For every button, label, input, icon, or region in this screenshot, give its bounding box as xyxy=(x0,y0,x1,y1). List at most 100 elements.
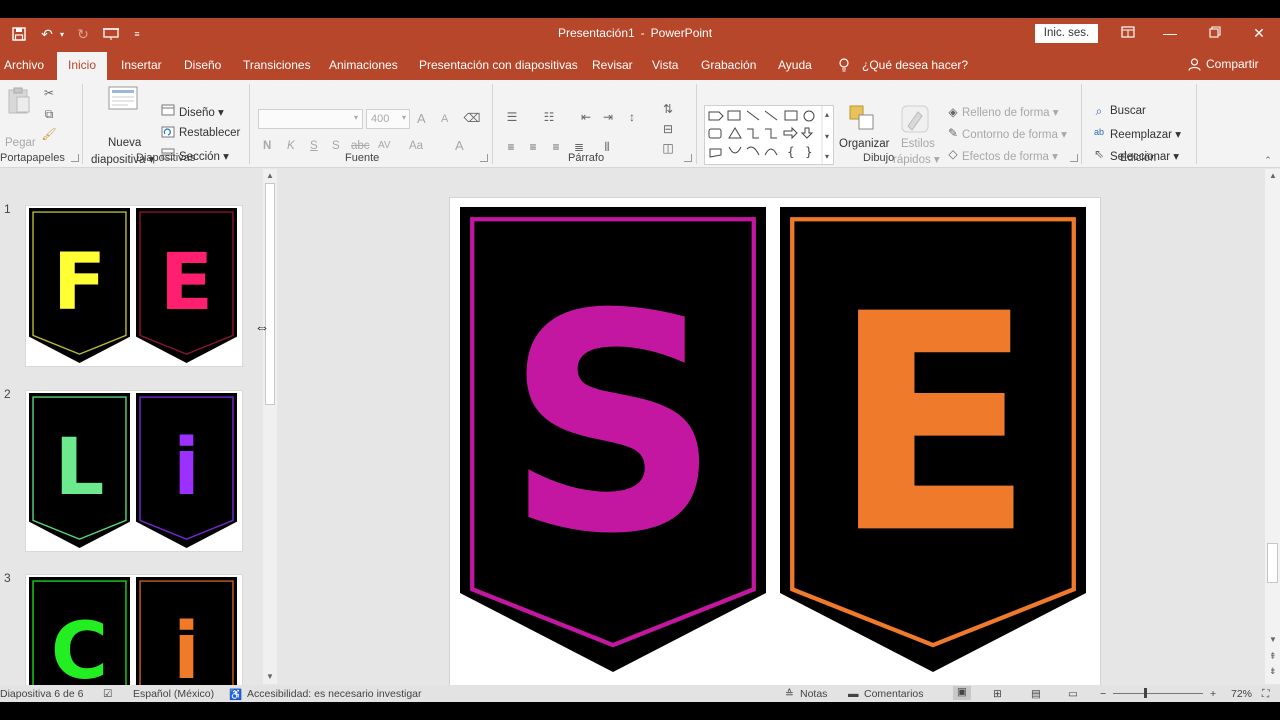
tab-presentacion[interactable]: Presentación con diapositivas xyxy=(419,58,578,72)
line-spacing-icon[interactable]: ↕ xyxy=(623,109,641,125)
arrange-icon[interactable] xyxy=(848,104,876,132)
reset-icon[interactable] xyxy=(161,125,175,139)
reset-button[interactable]: Restablecer xyxy=(179,127,240,139)
align-left-icon[interactable]: ≡ xyxy=(503,139,519,155)
share-button[interactable]: Compartir xyxy=(1188,57,1259,71)
editor-scroll-up-icon[interactable]: ▲ xyxy=(1269,171,1277,180)
align-text-icon[interactable]: ⊟ xyxy=(659,121,677,137)
bold-button[interactable]: N xyxy=(263,140,271,152)
close-icon[interactable]: ✕ xyxy=(1249,24,1269,42)
zoom-in-icon[interactable]: + xyxy=(1210,688,1216,700)
thumbnail-banner-right[interactable]: i xyxy=(136,577,237,702)
smartart-icon[interactable]: ◫ xyxy=(659,141,677,155)
shadow-button[interactable]: S xyxy=(332,140,340,152)
increase-indent-icon[interactable]: ⇥ xyxy=(599,109,617,125)
thumbnail-scrollbar[interactable]: ▲ ▼ xyxy=(263,169,277,684)
comments-icon[interactable]: ▬ xyxy=(848,688,859,700)
section-button[interactable]: Sección ▾ xyxy=(179,149,229,163)
strikethrough-button[interactable]: abc xyxy=(351,140,370,152)
font-size-dropdown-icon[interactable]: ▾ xyxy=(402,113,406,122)
align-center-icon[interactable]: ≡ xyxy=(525,139,541,155)
quick-styles-icon[interactable] xyxy=(900,104,930,134)
search-icon[interactable]: ⌕ xyxy=(1092,104,1106,118)
align-right-icon[interactable]: ≡ xyxy=(548,139,564,155)
tab-ayuda[interactable]: Ayuda xyxy=(778,58,812,72)
normal-view-icon[interactable]: ▣ xyxy=(953,686,971,700)
notes-icon[interactable]: ≙ xyxy=(785,688,794,700)
tell-me-search[interactable]: ¿Qué desea hacer? xyxy=(862,58,968,72)
decrease-indent-icon[interactable]: ⇤ xyxy=(577,109,595,125)
shape-fill-icon[interactable]: ◈ xyxy=(946,105,960,119)
numbering-icon[interactable]: ☷ xyxy=(540,109,558,125)
shape-outline-button[interactable]: Contorno de forma ▾ xyxy=(962,127,1067,141)
drawing-launcher-icon[interactable] xyxy=(1070,154,1078,162)
slide-thumbnail[interactable]: FE xyxy=(25,205,243,367)
ribbon-display-options-icon[interactable] xyxy=(1118,24,1138,42)
banner-left[interactable]: S xyxy=(460,207,766,672)
spelling-check-icon[interactable]: ☑ xyxy=(103,688,112,700)
shrink-font-button[interactable]: A xyxy=(441,113,448,125)
previous-slide-icon[interactable]: ⇞ xyxy=(1269,651,1277,662)
zoom-level[interactable]: 72% xyxy=(1231,688,1252,700)
layout-button[interactable]: Diseño ▾ xyxy=(179,105,224,119)
text-direction-icon[interactable]: ⇅ xyxy=(659,101,677,117)
reading-view-icon[interactable]: ▤ xyxy=(1031,688,1041,700)
char-spacing-button[interactable]: AV xyxy=(378,140,391,151)
editor-scrollbar[interactable]: ▲ ▼ ⇞ ⇟ xyxy=(1265,169,1280,684)
sign-in-button[interactable]: Inic. ses. xyxy=(1035,24,1098,43)
slide-thumbnail[interactable]: Li xyxy=(25,390,243,552)
shape-fill-button[interactable]: Relleno de forma ▾ xyxy=(962,105,1059,119)
tab-transiciones[interactable]: Transiciones xyxy=(243,58,311,72)
italic-button[interactable]: K xyxy=(287,140,295,152)
shape-effects-icon[interactable]: ◇ xyxy=(946,147,960,161)
find-button[interactable]: Buscar xyxy=(1110,105,1146,117)
arrange-button[interactable]: Organizar xyxy=(839,138,890,150)
clear-formatting-icon[interactable]: ⌫ xyxy=(463,109,481,127)
tab-inicio[interactable]: Inicio xyxy=(57,52,108,80)
copy-icon[interactable]: ⧉ xyxy=(40,105,58,123)
tab-animaciones[interactable]: Animaciones xyxy=(329,58,398,72)
paragraph-launcher-icon[interactable] xyxy=(684,154,692,162)
grow-font-button[interactable]: A xyxy=(417,111,426,126)
underline-button[interactable]: S xyxy=(310,140,318,152)
cut-icon[interactable]: ✂ xyxy=(40,84,58,102)
thumbnail-banner-left[interactable]: L xyxy=(29,393,130,548)
editor-scroll-down-icon[interactable]: ▼ xyxy=(1269,635,1277,644)
accessibility-icon[interactable]: ♿ xyxy=(229,688,242,701)
tab-diseno[interactable]: Diseño xyxy=(184,58,221,72)
quick-styles-label-1[interactable]: Estilos xyxy=(901,138,935,150)
tab-vista[interactable]: Vista xyxy=(652,58,678,72)
bullets-icon[interactable]: ☰ xyxy=(503,109,521,125)
fit-slide-icon[interactable]: ⛶ xyxy=(1262,688,1269,701)
zoom-slider-handle[interactable] xyxy=(1144,688,1147,698)
new-slide-label-1[interactable]: Nueva xyxy=(108,137,141,149)
replace-icon[interactable]: ab xyxy=(1092,125,1106,139)
thumbnail-scroll-thumb[interactable] xyxy=(265,183,275,405)
font-name-input[interactable]: ▾ xyxy=(258,109,363,129)
quick-styles-label-2[interactable]: rápidos ▾ xyxy=(893,152,940,166)
next-slide-icon[interactable]: ⇟ xyxy=(1269,666,1277,677)
slideshow-view-icon[interactable]: ▭ xyxy=(1068,688,1078,700)
minimize-icon[interactable]: — xyxy=(1160,24,1180,42)
thumbnail-banner-left[interactable]: C xyxy=(29,577,130,702)
format-painter-icon[interactable]: 🖌 xyxy=(40,125,58,143)
shape-effects-button[interactable]: Efectos de forma ▾ xyxy=(962,149,1058,163)
tab-archivo[interactable]: Archivo xyxy=(4,58,44,72)
font-size-input[interactable]: 400 ▾ xyxy=(366,109,410,129)
accessibility-status[interactable]: Accesibilidad: es necesario investigar xyxy=(247,688,422,700)
font-name-dropdown-icon[interactable]: ▾ xyxy=(354,113,358,122)
layout-icon[interactable] xyxy=(161,103,175,117)
notes-button[interactable]: Notas xyxy=(800,688,827,700)
scroll-down-icon[interactable]: ▼ xyxy=(266,672,274,681)
paste-icon[interactable] xyxy=(6,86,32,116)
font-color-button[interactable]: A xyxy=(455,138,464,153)
paste-label[interactable]: Pegar xyxy=(5,137,36,149)
banner-right[interactable]: E xyxy=(780,207,1086,672)
comments-button[interactable]: Comentarios xyxy=(864,688,924,700)
select-cursor-icon[interactable]: ⇖ xyxy=(1092,147,1106,161)
replace-button[interactable]: Reemplazar ▾ xyxy=(1110,127,1181,141)
zoom-slider-track[interactable] xyxy=(1113,688,1203,698)
font-launcher-icon[interactable] xyxy=(480,154,488,162)
thumbnail-banner-left[interactable]: F xyxy=(29,208,130,363)
new-slide-icon[interactable] xyxy=(108,86,138,112)
